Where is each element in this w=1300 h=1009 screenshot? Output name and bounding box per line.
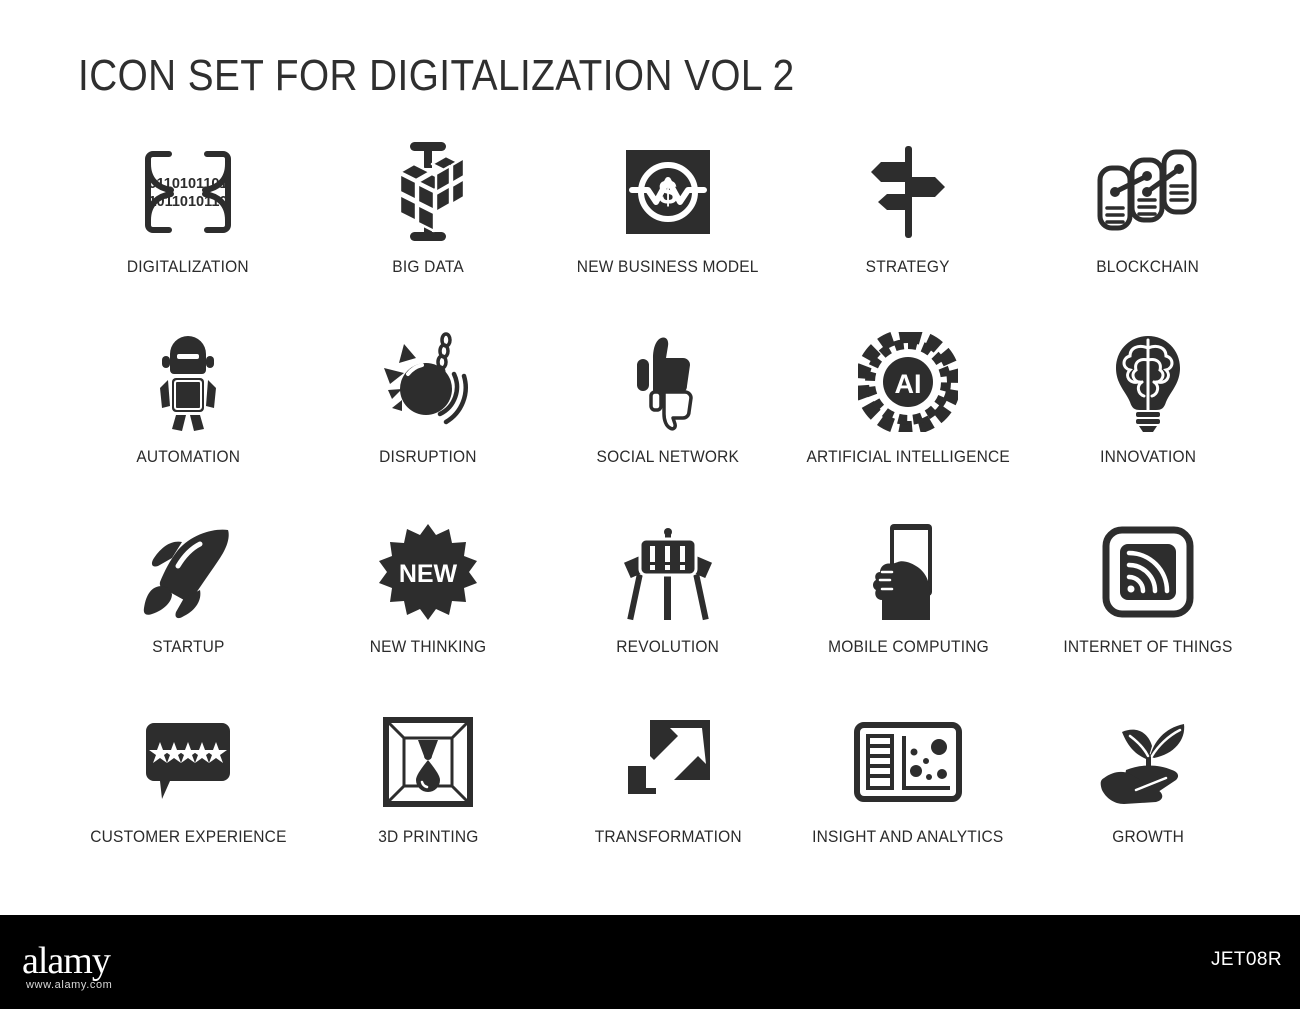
icon-label-transformation: TRANSFORMATION [594, 828, 742, 846]
icon-label-strategy: STRATEGY [866, 258, 950, 276]
protest-signs-icon [613, 522, 723, 622]
icon-label-blockchain: BLOCKCHAIN [1096, 258, 1200, 276]
robot-icon [133, 332, 243, 432]
icon-label-new-business-model: NEW BUSINESS MODEL [577, 258, 759, 276]
icon-label-disruption: DISRUPTION [379, 448, 477, 466]
linked-blocks-icon [1093, 142, 1203, 242]
new-badge-text: NEW [399, 560, 458, 588]
icon-cell-artificial-intelligence[interactable]: AI ARTIFICIAL INTELLIGENCE [788, 332, 1028, 522]
ai-badge-text: AI [895, 369, 922, 399]
wifi-signal-square-icon [1093, 522, 1203, 622]
hand-sprout-icon [1093, 712, 1203, 812]
icon-label-internet-of-things: INTERNET OF THINGS [1063, 638, 1233, 656]
icon-cell-new-business-model[interactable]: $ NEW BUSINESS MODEL [548, 142, 788, 332]
icon-label-insight-and-analytics: INSIGHT AND ANALYTICS [812, 828, 1004, 846]
five-star-speech-bubble-icon [133, 712, 243, 812]
icon-label-revolution: REVOLUTION [616, 638, 720, 656]
dollar-target-icon: $ [613, 142, 723, 242]
dashboard-scatter-icon [853, 712, 963, 812]
icon-cell-revolution[interactable]: REVOLUTION [548, 522, 788, 712]
ai-badge-icon: AI [853, 332, 963, 432]
rocket-icon [133, 522, 243, 622]
icon-label-digitalization: DIGITALIZATION [127, 258, 249, 276]
icon-set-artboard: ICON SET FOR DIGITALIZATION VOL 2 011010… [0, 0, 1300, 915]
icon-label-startup: STARTUP [151, 638, 225, 656]
icon-cell-transformation[interactable]: TRANSFORMATION [548, 712, 788, 902]
icon-label-new-thinking: NEW THINKING [369, 638, 487, 656]
icon-grid: 0110101101 1011010110 DIGITALIZATION BIG… [68, 142, 1268, 902]
binary-brackets-icon: 0110101101 1011010110 [133, 142, 243, 242]
icon-label-growth: GROWTH [1112, 828, 1184, 846]
icon-cell-disruption[interactable]: DISRUPTION [308, 332, 548, 522]
icon-cell-social-network[interactable]: SOCIAL NETWORK [548, 332, 788, 522]
icon-label-big-data: BIG DATA [392, 258, 464, 276]
icon-cell-new-thinking[interactable]: NEW NEW THINKING [308, 522, 548, 712]
icon-label-innovation: INNOVATION [1099, 448, 1197, 466]
data-cube-icon [373, 142, 483, 242]
icon-cell-insight-and-analytics[interactable]: INSIGHT AND ANALYTICS [788, 712, 1028, 902]
icon-cell-automation[interactable]: AUTOMATION [68, 332, 308, 522]
dollar-glyph: $ [659, 174, 678, 212]
hand-smartphone-icon [853, 522, 963, 622]
signpost-icon [853, 142, 963, 242]
thumbs-up-down-icon [613, 332, 723, 432]
artboard-inner: ICON SET FOR DIGITALIZATION VOL 2 011010… [28, 12, 1272, 907]
icon-cell-internet-of-things[interactable]: INTERNET OF THINGS [1028, 522, 1268, 712]
brain-bulb-icon [1093, 332, 1203, 432]
icon-cell-mobile-computing[interactable]: MOBILE COMPUTING [788, 522, 1028, 712]
alamy-logo: alamy [22, 940, 111, 982]
icon-cell-innovation[interactable]: INNOVATION [1028, 332, 1268, 522]
icon-cell-strategy[interactable]: STRATEGY [788, 142, 1028, 332]
binary-top-text: 0110101101 [148, 176, 227, 192]
icon-cell-customer-experience[interactable]: CUSTOMER EXPERIENCE [68, 712, 308, 902]
printer-droplet-box-icon [373, 712, 483, 812]
icon-label-3d-printing: 3D PRINTING [377, 828, 479, 846]
expand-arrow-squares-icon [613, 712, 723, 812]
icon-cell-big-data[interactable]: BIG DATA [308, 142, 548, 332]
alamy-tagline: www.alamy.com [26, 979, 113, 991]
icon-cell-digitalization[interactable]: 0110101101 1011010110 DIGITALIZATION [68, 142, 308, 332]
icon-label-mobile-computing: MOBILE COMPUTING [827, 638, 989, 656]
icon-label-social-network: SOCIAL NETWORK [596, 448, 740, 466]
icon-label-customer-experience: CUSTOMER EXPERIENCE [89, 828, 287, 846]
icon-cell-growth[interactable]: GROWTH [1028, 712, 1268, 902]
icon-cell-blockchain[interactable]: BLOCKCHAIN [1028, 142, 1268, 332]
page-title: ICON SET FOR DIGITALIZATION VOL 2 [78, 51, 795, 100]
icon-label-automation: AUTOMATION [136, 448, 240, 466]
icon-label-artificial-intelligence: ARTIFICIAL INTELLIGENCE [806, 448, 1010, 466]
wrecking-ball-icon [373, 332, 483, 432]
icon-cell-3d-printing[interactable]: 3D PRINTING [308, 712, 548, 902]
binary-bottom-text: 1011010110 [148, 194, 227, 210]
image-code: JET08R [1210, 949, 1282, 970]
stock-watermark-bar: alamy www.alamy.com JET08R [0, 915, 1300, 1009]
screenshot-root: ICON SET FOR DIGITALIZATION VOL 2 011010… [0, 0, 1300, 1009]
new-starburst-icon: NEW [373, 522, 483, 622]
icon-cell-startup[interactable]: STARTUP [68, 522, 308, 712]
